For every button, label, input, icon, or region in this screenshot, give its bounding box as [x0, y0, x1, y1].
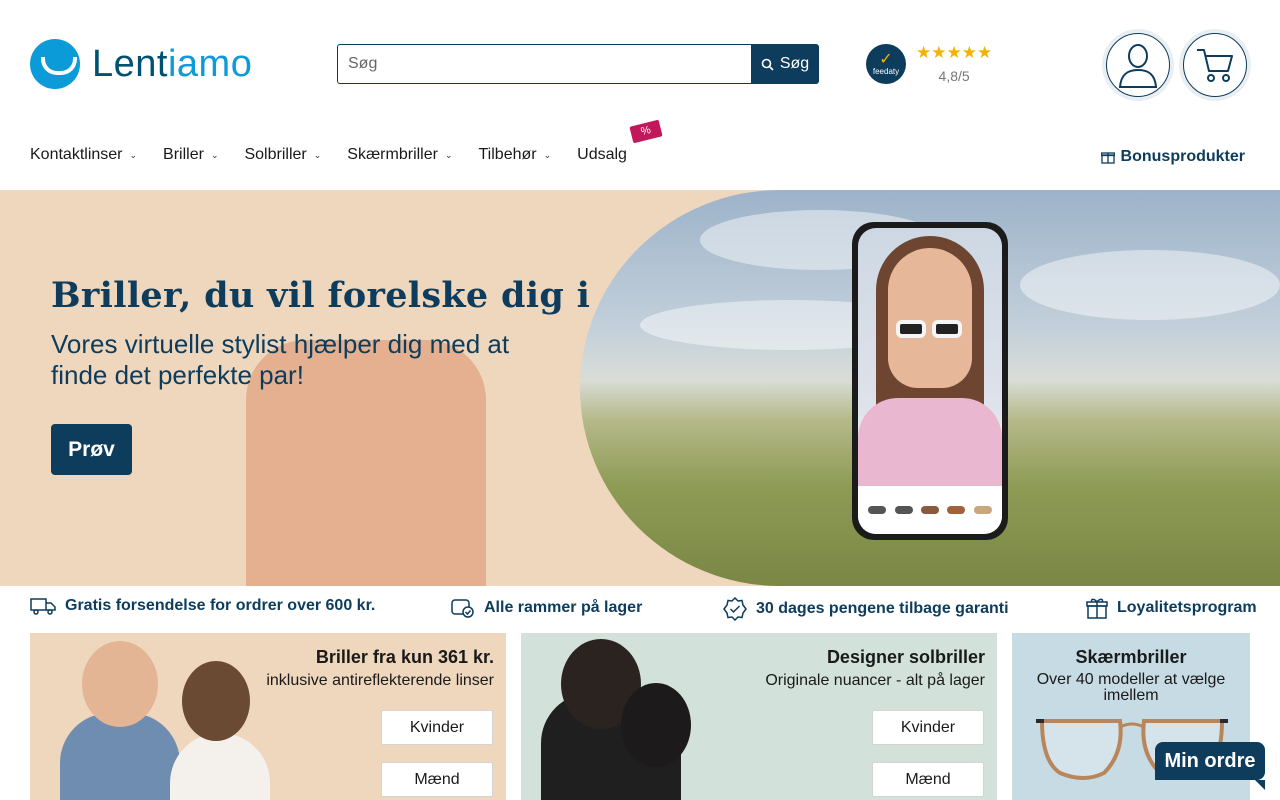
- hero-subtitle: Vores virtuelle stylist hjælper dig med …: [51, 329, 510, 390]
- chevron-down-icon: ⌄: [313, 149, 322, 160]
- search-button-label: Søg: [779, 55, 810, 72]
- gift-icon: [1100, 152, 1115, 164]
- feedaty-label: feedaty: [872, 66, 900, 76]
- card-title: Briller fra kun 361 kr.: [315, 647, 494, 667]
- box-check-icon: [451, 599, 474, 618]
- usp-in-stock: Alle rammer på lager: [451, 597, 642, 619]
- nav-item-briller[interactable]: Briller ⌄: [163, 146, 218, 164]
- search-icon: [761, 58, 774, 71]
- nav-item-udsalg[interactable]: Udsalg: [577, 146, 627, 164]
- usp-free-shipping: Gratis forsendelse for ordrer over 600 k…: [30, 597, 375, 615]
- gift-icon: [1086, 598, 1108, 619]
- rating-stars: ★★★★★: [916, 43, 993, 62]
- men-button[interactable]: Mænd: [872, 762, 984, 797]
- account-button[interactable]: [1106, 33, 1170, 97]
- site-header: Lentiamo Søg ✓ feedaty ★★★★★ 4,8/5 Konta…: [0, 0, 1280, 190]
- logo-smile-icon: [30, 39, 80, 89]
- bonus-products-link[interactable]: Bonusprodukter: [1100, 148, 1245, 166]
- chevron-down-icon: ⌄: [444, 149, 453, 160]
- card-title: Skærmbriller: [1075, 647, 1187, 667]
- nav-item-skaermbriller[interactable]: Skærmbriller ⌄: [347, 146, 452, 164]
- my-order-button[interactable]: Min ordre: [1155, 742, 1265, 790]
- search-bar: Søg: [337, 44, 819, 84]
- try-button[interactable]: Prøv: [51, 424, 132, 475]
- rating-text: 4,8/5: [938, 68, 970, 84]
- search-button[interactable]: Søg: [751, 44, 819, 84]
- usp-loyalty: Loyalitetsprogram: [1086, 597, 1257, 619]
- usp-money-back: 30 dages pengene tilbage garanti: [723, 597, 1009, 621]
- card-glasses[interactable]: Briller fra kun 361 kr. inklusive antire…: [30, 633, 506, 800]
- women-button[interactable]: Kvinder: [381, 710, 493, 745]
- card-subtitle: Originale nuancer - alt på lager: [765, 672, 985, 689]
- cart-button[interactable]: [1183, 33, 1247, 97]
- woman-illustration: [170, 733, 270, 800]
- badge-check-icon: [723, 597, 747, 621]
- user-icon: [1118, 44, 1158, 88]
- card-title: Designer solbriller: [826, 647, 985, 667]
- sale-badge: %: [629, 119, 663, 144]
- chevron-down-icon: ⌄: [129, 149, 138, 160]
- cart-icon: [1197, 49, 1233, 82]
- feedaty-badge-icon: ✓ feedaty: [866, 44, 906, 84]
- nav-item-tilbehor[interactable]: Tilbehør ⌄: [479, 146, 552, 164]
- card-subtitle: inklusive antireflekterende linser: [266, 672, 494, 689]
- card-subtitle: Over 40 modeller at vælge imellem: [1036, 671, 1226, 704]
- lentiamo-logo[interactable]: Lentiamo: [30, 38, 252, 90]
- chevron-down-icon: ⌄: [543, 149, 552, 160]
- women-button[interactable]: Kvinder: [872, 710, 984, 745]
- phone-virtual-tryon: [852, 222, 1008, 540]
- nav-item-solbriller[interactable]: Solbriller ⌄: [244, 146, 321, 164]
- chevron-down-icon: ⌄: [210, 149, 219, 160]
- truck-icon: [30, 598, 56, 615]
- logo-text: Lentiamo: [92, 42, 253, 85]
- feedaty-rating[interactable]: ✓ feedaty ★★★★★ 4,8/5: [866, 44, 992, 84]
- card-sunglasses[interactable]: Designer solbriller Originale nuancer - …: [521, 633, 997, 800]
- hero-title: Briller, du vil forelske dig i: [51, 275, 591, 316]
- men-button[interactable]: Mænd: [381, 762, 493, 797]
- main-navigation: Kontaktlinser ⌄ Briller ⌄ Solbriller ⌄ Skær…: [30, 146, 653, 164]
- search-input[interactable]: [337, 44, 751, 84]
- nav-item-kontaktlinser[interactable]: Kontaktlinser ⌄: [30, 146, 137, 164]
